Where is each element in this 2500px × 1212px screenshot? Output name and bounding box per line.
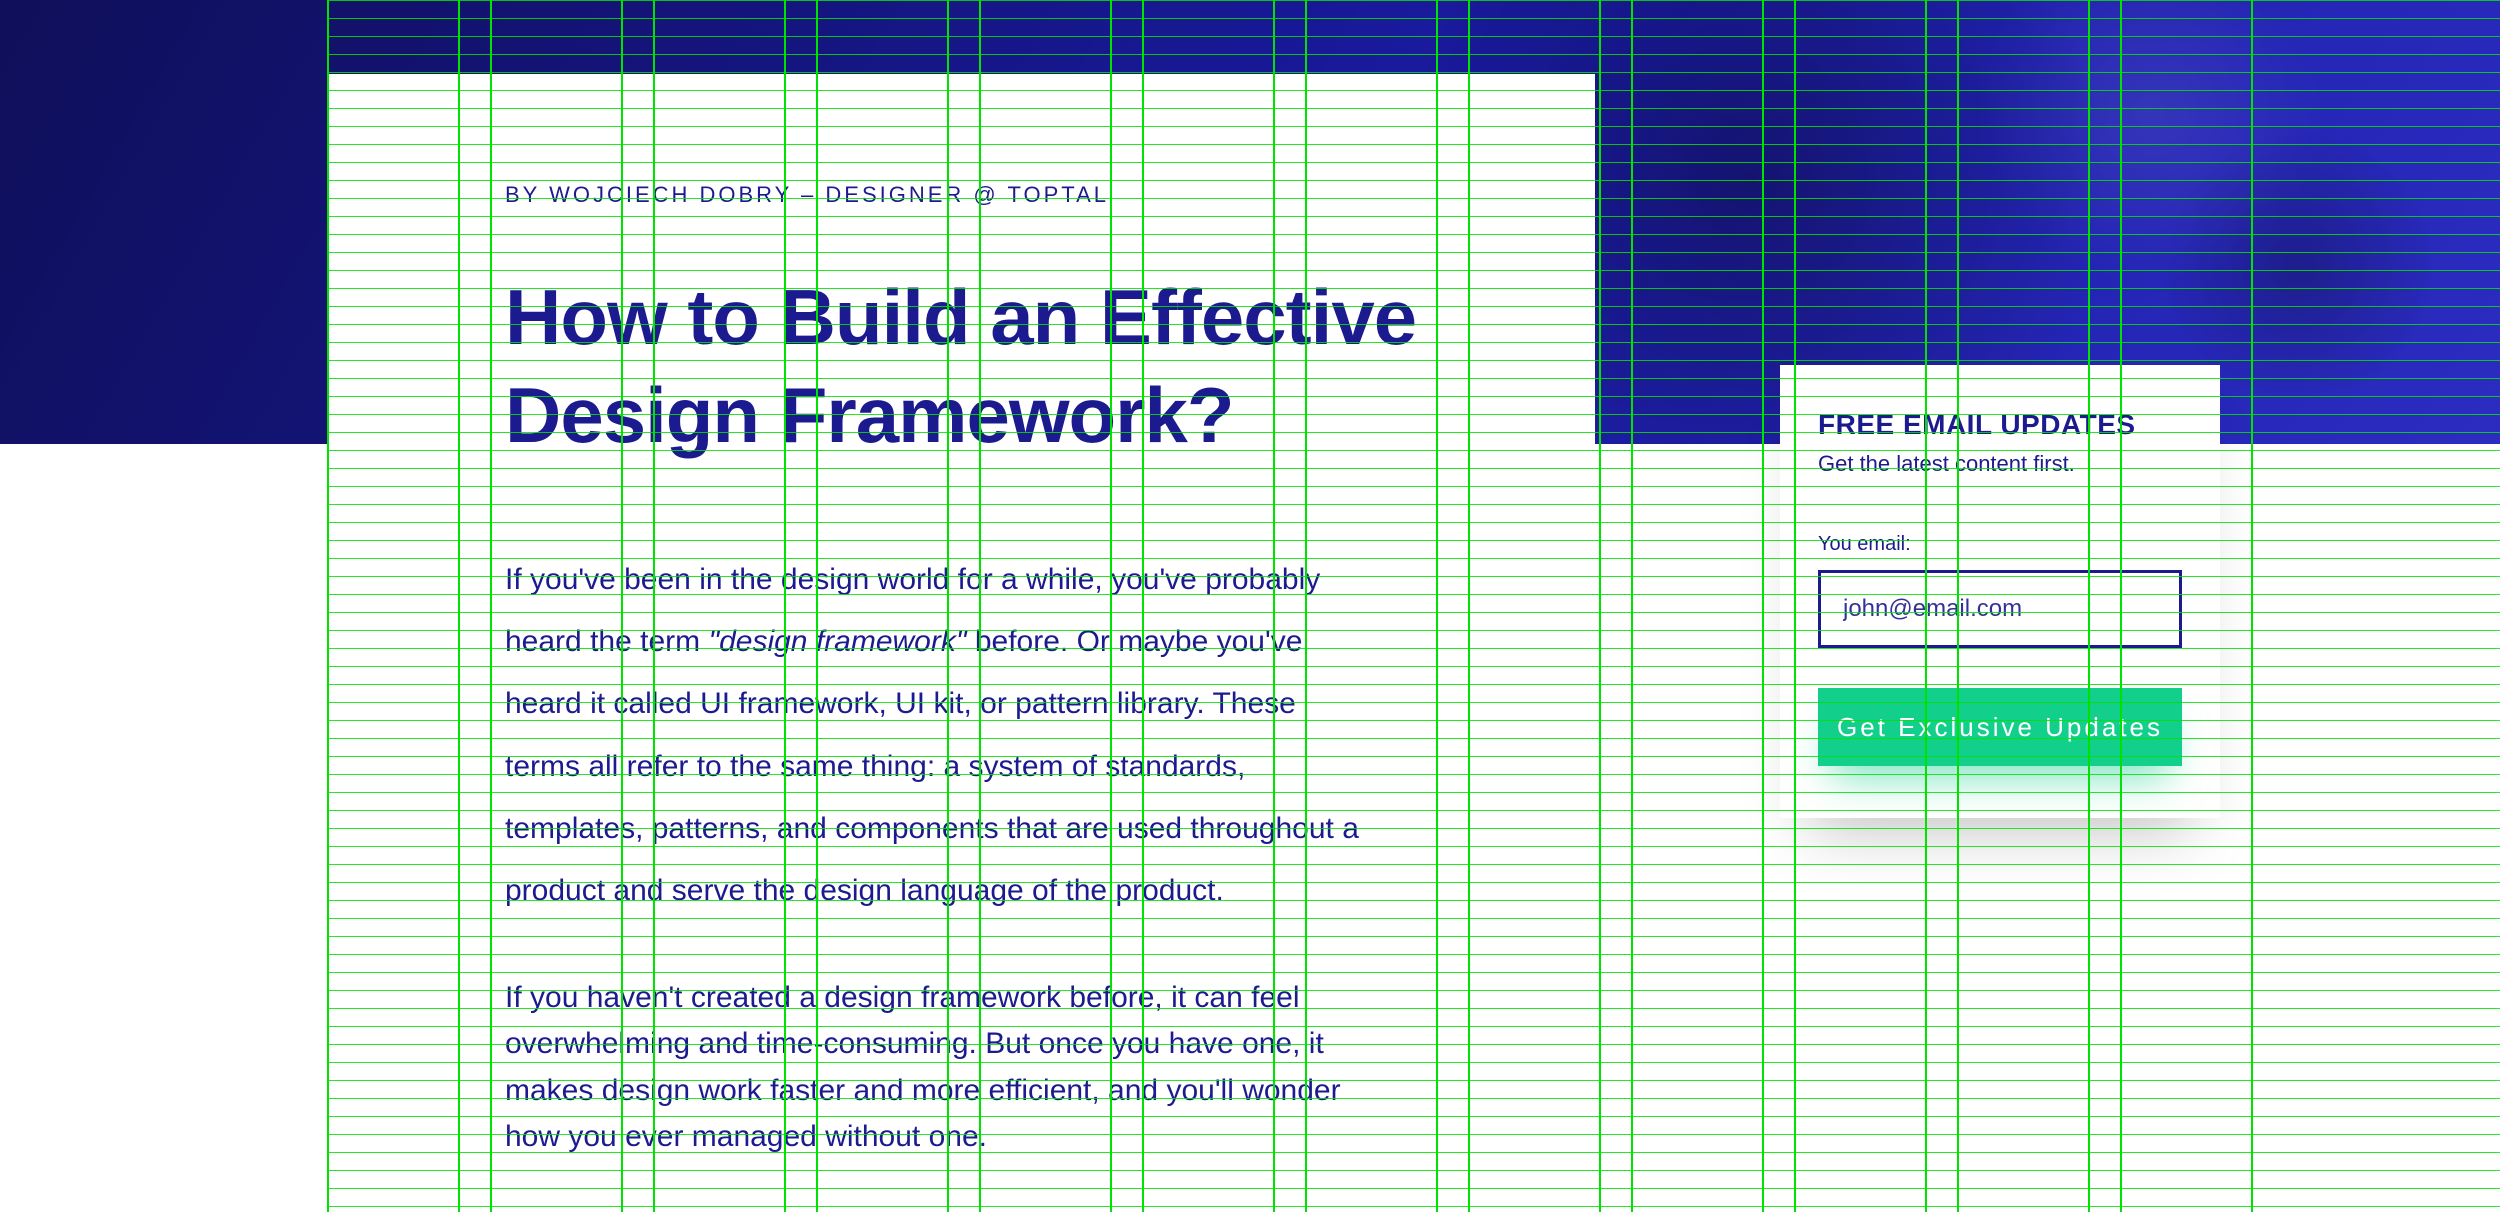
signup-email-input[interactable] <box>1818 570 2182 648</box>
article-paragraph-2: If you haven't created a design framewor… <box>505 975 1375 1161</box>
para1-term: "design framework" <box>708 625 966 658</box>
article-title: How to Build an Effective Design Framewo… <box>505 268 1417 465</box>
article-byline: BY WOJCIECH DOBRY – DESIGNER @ TOPTAL <box>505 182 1417 208</box>
signup-submit-button[interactable]: Get Exclusive Updates <box>1818 688 2182 766</box>
para1-post: before. Or maybe you've heard it called … <box>505 625 1359 908</box>
signup-subtitle: Get the latest content first. <box>1818 451 2182 477</box>
signup-email-label: You email: <box>1818 533 2182 556</box>
article-body: If you've been in the design world for a… <box>505 549 1417 1161</box>
signup-title: FREE EMAIL UPDATES <box>1818 409 2182 441</box>
article-card: BY WOJCIECH DOBRY – DESIGNER @ TOPTAL Ho… <box>327 74 1595 1212</box>
signup-card: FREE EMAIL UPDATES Get the latest conten… <box>1780 365 2220 818</box>
article-paragraph-1: If you've been in the design world for a… <box>505 549 1375 923</box>
